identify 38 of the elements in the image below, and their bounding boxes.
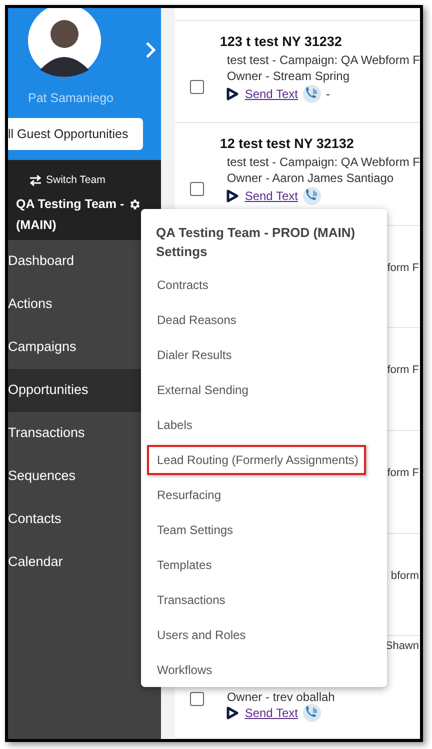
send-text-link[interactable]: Send Text [244,84,298,103]
team-name-text: QA Testing Team - [16,196,124,213]
checkbox[interactable] [190,182,204,196]
owner-text: Owner - Stream Spring [226,68,351,84]
campaign-text: test test - Campaign: QA Webform F [226,52,420,68]
opportunity-title[interactable]: 123 t test NY 31232 [220,32,420,52]
phone-icon[interactable] [302,186,322,206]
owner-text: Owner - trev oballah [226,690,336,704]
phone-icon[interactable] [302,84,322,104]
campaign-text: form F [387,363,419,378]
send-text-link[interactable]: Send Text [244,704,298,722]
menu-title: QA Testing Team - PROD (MAIN) [155,224,356,242]
play-icon[interactable] [226,706,239,720]
play-icon[interactable] [226,189,239,204]
send-text-link[interactable]: Send Text [244,187,298,206]
chevron-right-icon[interactable] [145,41,157,59]
campaign-text: form F [387,466,419,482]
owner-text: Owner - Aaron James Santiago [226,170,395,186]
campaign-text: form F [387,260,419,276]
checkbox[interactable] [190,692,204,706]
campaign-text: Shawn [385,639,419,654]
team-name-text: (MAIN) [15,216,58,234]
guest-opportunities-button[interactable]: ll Guest Opportunities [8,118,143,150]
checkbox[interactable] [190,80,204,94]
menu-item[interactable]: Transactions [147,584,234,614]
opportunity-title[interactable]: 12 test test NY 32132 [220,134,420,154]
campaign-text: test test - Campaign: QA Webform F [226,154,420,170]
user-name: Pat Samaniego [28,90,114,107]
switch-team-text[interactable]: Switch Team [46,173,106,189]
menu-item[interactable]: Lead Routing (Formerly Assignments) [147,444,366,474]
swap-icon[interactable] [29,175,42,186]
settings-icon[interactable] [128,198,142,211]
menu-item[interactable]: Workflows [147,654,220,684]
menu-item[interactable]: Users and Roles [147,620,254,650]
separator-text: - [326,86,330,103]
phone-icon[interactable] [302,703,322,724]
campaign-text: bform [390,568,419,584]
play-icon[interactable] [226,86,239,101]
